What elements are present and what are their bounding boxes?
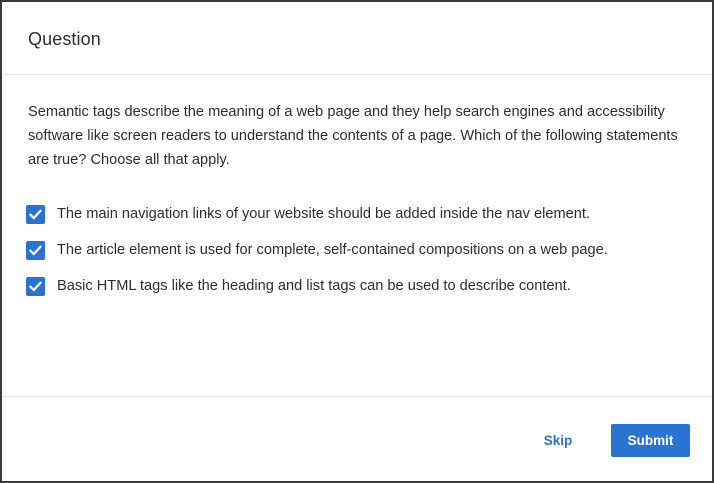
answer-option-3[interactable]: Basic HTML tags like the heading and lis… bbox=[26, 268, 696, 304]
answer-options: The main navigation links of your websit… bbox=[26, 196, 696, 304]
answer-option-1[interactable]: The main navigation links of your websit… bbox=[26, 196, 696, 232]
answer-option-2[interactable]: The article element is used for complete… bbox=[26, 232, 696, 268]
check-icon bbox=[29, 280, 42, 292]
dialog-header: Question bbox=[2, 2, 712, 75]
option-3-checkbox[interactable] bbox=[26, 276, 45, 296]
check-icon bbox=[29, 244, 42, 256]
dialog-body: Semantic tags describe the meaning of a … bbox=[2, 76, 712, 396]
option-2-checkbox[interactable] bbox=[26, 240, 45, 260]
question-dialog: Question Semantic tags describe the mean… bbox=[0, 0, 714, 483]
option-1-checkbox[interactable] bbox=[26, 204, 45, 224]
option-2-label: The article element is used for complete… bbox=[57, 242, 608, 258]
check-icon bbox=[29, 208, 42, 220]
question-prompt: Semantic tags describe the meaning of a … bbox=[28, 104, 678, 168]
dialog-title: Question bbox=[28, 29, 101, 49]
dialog-footer: Skip Submit bbox=[2, 396, 712, 481]
skip-button[interactable]: Skip bbox=[531, 427, 585, 453]
submit-button[interactable]: Submit bbox=[611, 424, 690, 457]
option-1-label: The main navigation links of your websit… bbox=[57, 206, 590, 222]
option-3-label: Basic HTML tags like the heading and lis… bbox=[57, 278, 571, 294]
